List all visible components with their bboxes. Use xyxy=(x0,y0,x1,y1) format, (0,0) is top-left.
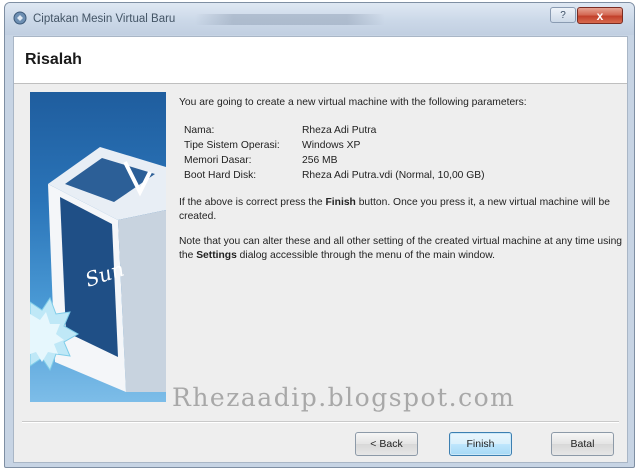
parameter-list: Nama: Rheza Adi Putra Tipe Sistem Operasi… xyxy=(184,124,624,184)
param-key: Tipe Sistem Operasi: xyxy=(184,140,280,151)
param-row-boot-hard-disk: Boot Hard Disk: Rheza Adi Putra.vdi (Norm… xyxy=(184,169,624,184)
virtualbox-app-icon xyxy=(13,11,27,25)
dialog-body: Risalah Sun You are going to create a ne… xyxy=(13,36,628,463)
param-key: Nama: xyxy=(184,125,215,136)
settings-note-bold: Settings xyxy=(196,250,237,261)
settings-note-post: dialog accessible through the menu of th… xyxy=(236,250,495,261)
virtualbox-cube-icon: Sun xyxy=(30,147,166,392)
summary-content: You are going to create a new virtual ma… xyxy=(179,96,624,263)
param-value: Windows XP xyxy=(302,140,361,151)
intro-text: You are going to create a new virtual ma… xyxy=(179,97,527,108)
param-value: Rheza Adi Putra.vdi (Normal, 10,00 GB) xyxy=(302,170,485,181)
param-row-name: Nama: Rheza Adi Putra xyxy=(184,124,624,139)
wizard-window: Ciptakan Mesin Virtual Baru ? x Risalah xyxy=(4,2,635,468)
title-blur xyxy=(195,14,385,25)
page-header: Risalah xyxy=(14,37,627,84)
footer-divider xyxy=(22,421,619,423)
cancel-button[interactable]: Batal xyxy=(551,432,614,456)
window-title: Ciptakan Mesin Virtual Baru xyxy=(33,13,176,25)
finish-button[interactable]: Finish xyxy=(449,432,512,456)
close-button[interactable]: x xyxy=(577,7,623,24)
help-button[interactable]: ? xyxy=(550,7,576,23)
param-key: Boot Hard Disk: xyxy=(184,170,257,181)
param-value: 256 MB xyxy=(302,155,338,166)
finish-note-pre: If the above is correct press the xyxy=(179,197,326,208)
finish-note: If the above is correct press the Finish… xyxy=(179,196,624,224)
param-row-base-memory: Memori Dasar: 256 MB xyxy=(184,154,624,169)
settings-note: Note that you can alter these and all ot… xyxy=(179,235,624,263)
param-row-os-type: Tipe Sistem Operasi: Windows XP xyxy=(184,139,624,154)
blog-watermark: Rhezaadip.blogspot.com xyxy=(172,383,516,412)
param-key: Memori Dasar: xyxy=(184,155,252,166)
finish-note-bold: Finish xyxy=(325,197,356,208)
param-value: Rheza Adi Putra xyxy=(302,125,377,136)
back-button[interactable]: < Back xyxy=(355,432,418,456)
virtualbox-side-image: Sun xyxy=(30,92,166,402)
page-title: Risalah xyxy=(25,51,82,68)
title-bar[interactable]: Ciptakan Mesin Virtual Baru ? x xyxy=(5,3,634,35)
